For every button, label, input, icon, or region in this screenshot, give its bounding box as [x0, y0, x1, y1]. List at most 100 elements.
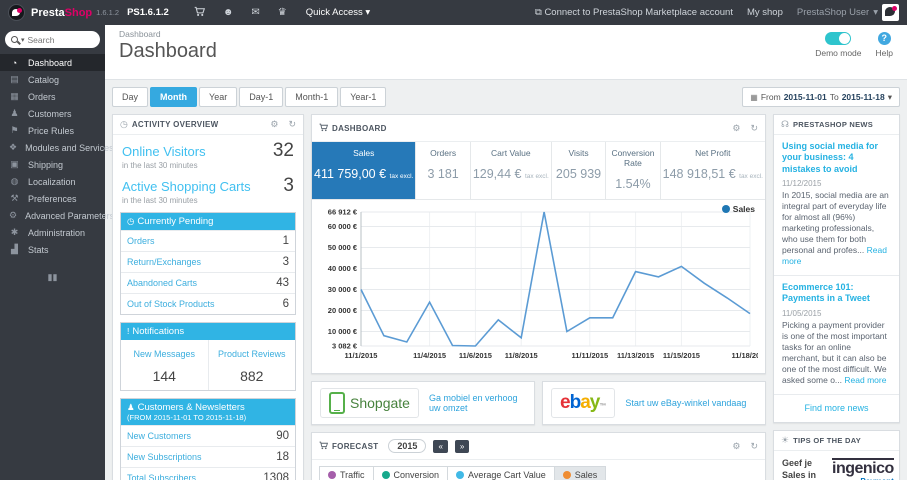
new-subscriptions-link[interactable]: New Subscriptions: [127, 452, 202, 462]
sidebar-item-modules[interactable]: ❖ Modules and Services: [0, 139, 114, 156]
kpi-sales[interactable]: Sales 411 759,00 € tax excl.: [312, 142, 417, 199]
article-title-link[interactable]: Using social media for your business: 4 …: [782, 141, 891, 175]
stat-cell: Product Reviews 882: [207, 340, 296, 390]
help-icon[interactable]: ?: [877, 32, 891, 45]
search-scope-caret-icon[interactable]: ▾: [21, 36, 25, 44]
ingenico-logo: ingenico Paymentservices: [832, 457, 894, 480]
pending-returns-link[interactable]: Return/Exchanges: [127, 257, 201, 267]
search-input[interactable]: [27, 34, 94, 45]
forecast-year-button[interactable]: 2015: [388, 439, 427, 453]
filter-month-1-button[interactable]: Month-1: [285, 87, 339, 107]
shopgate-link[interactable]: Ga mobiel en verhoog uw omzet: [429, 393, 526, 413]
read-more-link[interactable]: Read more: [844, 375, 886, 385]
customers-notifications-icon[interactable]: ☻: [223, 7, 234, 18]
sidebar-item-preferences[interactable]: ⚒ Preferences: [0, 190, 105, 207]
sidebar-item-catalog[interactable]: ▤ Catalog: [0, 71, 105, 88]
kpi-net-profit[interactable]: Net Profit 148 918,51 € tax excl.: [661, 142, 765, 199]
total-subscribers-link[interactable]: Total Subscribers: [127, 473, 196, 480]
stat-row: Return/Exchanges 3: [121, 251, 295, 272]
rewind-icon: «: [438, 441, 443, 451]
new-messages-link[interactable]: New Messages: [133, 349, 195, 359]
filter-day-1-button[interactable]: Day-1: [239, 87, 284, 107]
panel-settings-icon[interactable]: ⚙: [732, 123, 740, 134]
forecast-prev-button[interactable]: «: [433, 439, 448, 453]
svg-text:11/6/2015: 11/6/2015: [459, 351, 492, 360]
activity-overview-panel: ◷ ACTIVITY OVERVIEW ⚙ ↻ Online Visitors 3…: [112, 114, 304, 480]
online-visitors-link[interactable]: Online Visitors: [122, 144, 206, 159]
svg-text:30 000 €: 30 000 €: [328, 285, 358, 294]
sidebar-search[interactable]: ▾: [5, 31, 100, 48]
sidebar-item-advanced-parameters[interactable]: ⚙ Advanced Parameters: [0, 207, 114, 224]
lightbulb-icon: ☀: [781, 434, 790, 445]
date-range-picker[interactable]: ▦ From 2015-11-01 To 2015-11-18 ▾: [742, 87, 900, 107]
panel-settings-icon[interactable]: ⚙: [732, 441, 740, 452]
shopgate-ad: Shopgate Ga mobiel en verhoog uw omzet: [311, 381, 535, 425]
chip-average-cart-value[interactable]: Average Cart Value: [448, 466, 555, 480]
my-shop-link[interactable]: My shop: [747, 7, 783, 18]
legend-dot-icon: [381, 471, 390, 479]
panel-refresh-icon[interactable]: ↻: [750, 123, 758, 134]
filter-month-button[interactable]: Month: [150, 87, 198, 107]
abandoned-carts-link[interactable]: Abandoned Carts: [127, 278, 197, 288]
quick-access-menu[interactable]: Quick Access ▾: [306, 7, 370, 18]
marketplace-link[interactable]: ⧉ Connect to PrestaShop Marketplace acco…: [535, 7, 733, 18]
kpi-conversion-rate[interactable]: Conversion Rate 1.54%: [606, 142, 661, 199]
panel-refresh-icon[interactable]: ↻: [288, 119, 296, 130]
online-visitors-note: in the last 30 minutes: [122, 161, 198, 170]
product-reviews-link[interactable]: Product Reviews: [218, 349, 286, 359]
sales-chart-svg: 11/1/2015 11/4/2015 11/6/2015 11/8/2015 11/1…: [328, 208, 769, 361]
ebay-link[interactable]: Start uw eBay-winkel vandaag: [625, 398, 746, 408]
sidebar-nav: ◔ Dashboard ▤ Catalog ▦ Orders ♟ Customers ⚑…: [0, 54, 114, 258]
module-ads: Shopgate Ga mobiel en verhoog uw omzet e…: [311, 381, 766, 425]
sidebar-item-localization[interactable]: ◍ Localization: [0, 173, 105, 190]
out-of-stock-link[interactable]: Out of Stock Products: [127, 299, 215, 309]
sidebar-collapse-icon[interactable]: ▮▮: [0, 272, 105, 283]
clock-icon: ◷: [127, 216, 135, 226]
sidebar-item-administration[interactable]: ✱ Administration: [0, 224, 105, 241]
svg-text:60 000 €: 60 000 €: [328, 222, 358, 231]
forecast-next-button[interactable]: »: [454, 439, 470, 453]
user-menu[interactable]: PrestaShop User ▾: [797, 4, 899, 21]
kpi-orders[interactable]: Orders 3 181: [416, 142, 471, 199]
sidebar-item-price-rules[interactable]: ⚑ Price Rules: [0, 122, 105, 139]
article-date: 11/05/2015: [782, 308, 822, 318]
sidebar-item-shipping[interactable]: ▣ Shipping: [0, 156, 105, 173]
chip-traffic[interactable]: Traffic: [319, 466, 374, 480]
brand-wordmark: PrestaShop: [31, 6, 93, 19]
demo-mode-toggle[interactable]: [825, 32, 852, 45]
pending-orders-link[interactable]: Orders: [127, 236, 155, 246]
panel-settings-icon[interactable]: ⚙: [270, 119, 278, 130]
chart-legend[interactable]: Sales: [721, 204, 755, 214]
messages-notifications-icon[interactable]: ✉: [251, 7, 259, 18]
administration-icon: ✱: [10, 227, 19, 237]
chip-conversion[interactable]: Conversion: [373, 466, 449, 480]
sidebar-item-customers[interactable]: ♟ Customers: [0, 105, 105, 122]
sidebar-item-stats[interactable]: ▟ Stats: [0, 241, 105, 258]
forecast-legend: Traffic Conversion Average Cart Value Sa…: [312, 460, 765, 480]
new-customers-link[interactable]: New Customers: [127, 431, 191, 441]
stat-row: Out of Stock Products 6: [121, 293, 295, 314]
breadcrumb[interactable]: Dashboard: [119, 29, 895, 39]
kpi-visits[interactable]: Visits 205 939: [552, 142, 607, 199]
chip-sales[interactable]: Sales: [554, 466, 607, 480]
panel-refresh-icon[interactable]: ↻: [750, 441, 758, 452]
shipping-icon: ▣: [10, 159, 19, 169]
svg-text:20 000 €: 20 000 €: [328, 306, 358, 315]
active-carts-link[interactable]: Active Shopping Carts: [122, 179, 251, 194]
filter-year-1-button[interactable]: Year-1: [340, 87, 387, 107]
trophy-icon[interactable]: ♛: [278, 7, 287, 18]
sidebar-item-dashboard[interactable]: ◔ Dashboard: [0, 54, 105, 71]
prestashop-logo[interactable]: [8, 4, 25, 21]
filter-year-button[interactable]: Year: [199, 87, 238, 107]
svg-text:11/4/2015: 11/4/2015: [413, 351, 446, 360]
news-article: Ecommerce 101: Payments in a Tweet 11/05…: [774, 276, 899, 395]
article-title-link[interactable]: Ecommerce 101: Payments in a Tweet: [782, 282, 891, 305]
cart-notifications-icon[interactable]: [194, 6, 205, 20]
filter-day-button[interactable]: Day: [112, 87, 149, 107]
find-more-news-link[interactable]: Find more news: [774, 395, 899, 422]
svg-text:10 000 €: 10 000 €: [328, 327, 358, 336]
svg-text:50 000 €: 50 000 €: [328, 243, 358, 252]
sidebar-item-orders[interactable]: ▦ Orders: [0, 88, 105, 105]
user-icon: ♟: [127, 402, 135, 412]
kpi-cart-value[interactable]: Cart Value 129,44 € tax excl.: [471, 142, 552, 199]
